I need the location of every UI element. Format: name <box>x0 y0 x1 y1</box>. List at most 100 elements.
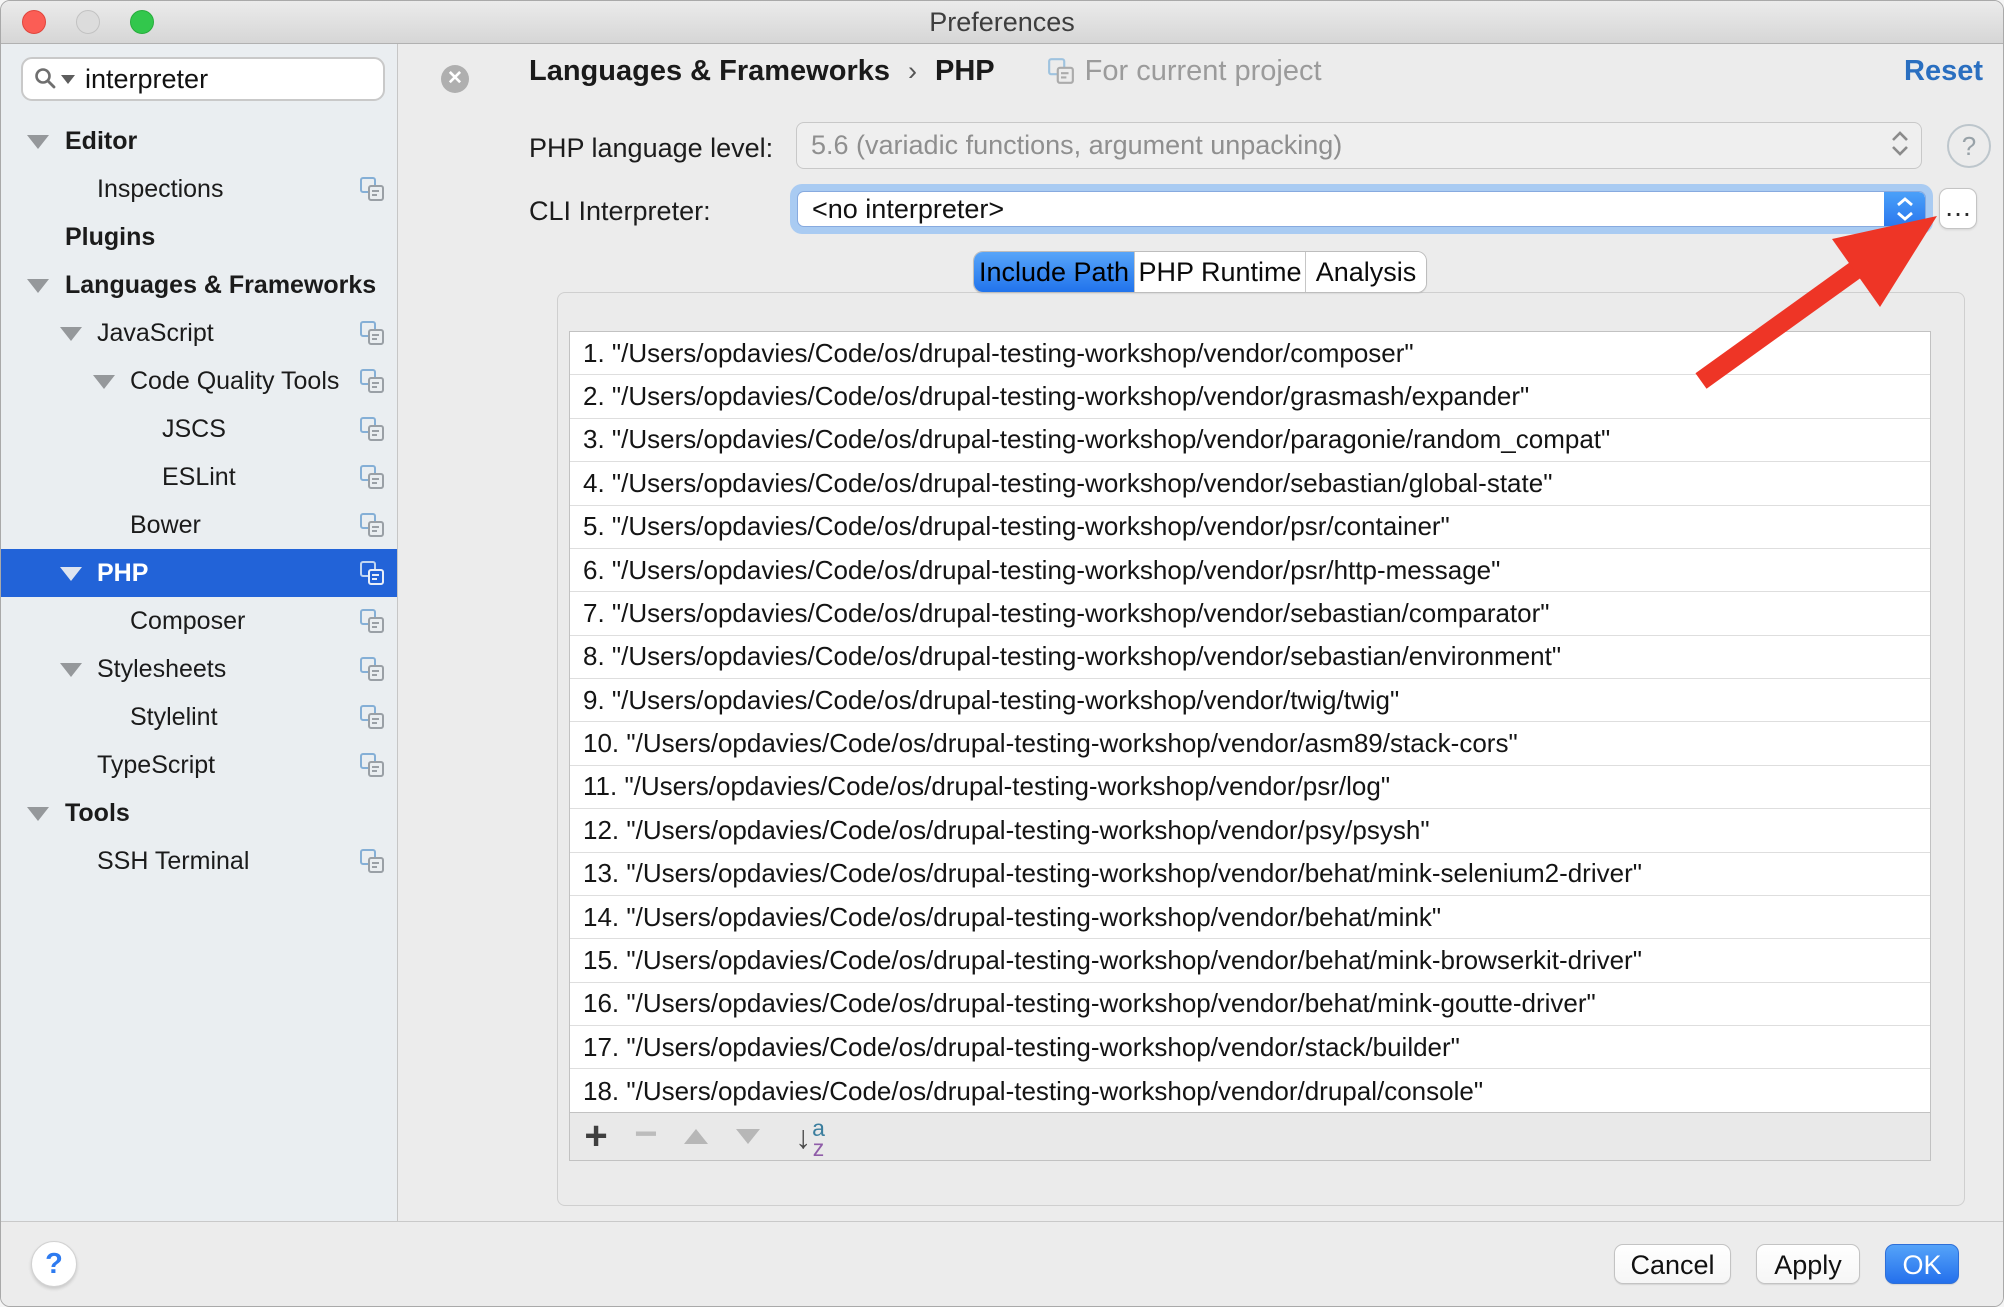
breadcrumb-separator-icon: › <box>908 56 917 87</box>
add-path-button[interactable]: + <box>578 1113 614 1161</box>
per-project-settings-icon <box>359 608 385 634</box>
select-stepper-icon[interactable] <box>1891 131 1909 156</box>
sidebar-item-eslint[interactable]: ESLint <box>1 453 397 501</box>
list-item[interactable]: 4. "/Users/opdavies/Code/os/drupal-testi… <box>570 462 1930 505</box>
minimize-window-button[interactable] <box>76 10 100 34</box>
sidebar-item-typescript[interactable]: TypeScript <box>1 741 397 789</box>
include-path-rows: 1. "/Users/opdavies/Code/os/drupal-testi… <box>570 332 1930 1114</box>
breadcrumb: Languages & Frameworks › PHP For current… <box>529 49 1322 93</box>
search-input[interactable] <box>83 63 441 96</box>
sort-arrow-icon: ↓ <box>795 1113 811 1161</box>
list-item[interactable]: 18. "/Users/opdavies/Code/os/drupal-test… <box>570 1069 1930 1112</box>
list-item[interactable]: 15. "/Users/opdavies/Code/os/drupal-test… <box>570 939 1930 982</box>
language-level-value: 5.6 (variadic functions, argument unpack… <box>811 130 1342 161</box>
sidebar-item-editor[interactable]: Editor <box>1 117 397 165</box>
sidebar-item-stylelint[interactable]: Stylelint <box>1 693 397 741</box>
scope-note: For current project <box>1047 55 1322 88</box>
language-level-help-button[interactable]: ? <box>1947 124 1991 168</box>
move-up-button[interactable] <box>678 1113 714 1161</box>
tab-include-path[interactable]: Include Path <box>974 252 1134 292</box>
triangle-up-icon <box>684 1129 708 1144</box>
sidebar-item-tools[interactable]: Tools <box>1 789 397 837</box>
chevron-down-icon[interactable] <box>27 135 49 149</box>
per-project-settings-icon <box>359 560 385 586</box>
tab-analysis[interactable]: Analysis <box>1305 252 1426 292</box>
chevron-down-icon[interactable] <box>60 567 82 581</box>
chevron-down-icon[interactable] <box>27 279 49 293</box>
sidebar-item-jscs[interactable]: JSCS <box>1 405 397 453</box>
include-path-listbox: 1. "/Users/opdavies/Code/os/drupal-testi… <box>569 331 1931 1161</box>
per-project-settings-icon <box>359 176 385 202</box>
language-level-select[interactable]: 5.6 (variadic functions, argument unpack… <box>796 122 1922 169</box>
per-project-settings-icon <box>359 704 385 730</box>
php-settings-tabs: Include Path PHP Runtime Analysis <box>973 251 1427 293</box>
chevron-down-icon[interactable] <box>93 375 115 389</box>
list-item[interactable]: 1. "/Users/opdavies/Code/os/drupal-testi… <box>570 332 1930 375</box>
cli-interpreter-combobox[interactable]: <no interpreter> <box>790 184 1933 234</box>
remove-path-button[interactable]: − <box>628 1113 664 1161</box>
per-project-settings-icon <box>359 368 385 394</box>
list-item[interactable]: 2. "/Users/opdavies/Code/os/drupal-testi… <box>570 375 1930 418</box>
sort-az-icon: a z <box>812 1118 825 1158</box>
preferences-dialog: Preferences ✕ Editor Inspections Plugins <box>0 0 2004 1307</box>
chevron-down-icon[interactable] <box>27 807 49 821</box>
per-project-settings-icon <box>359 656 385 682</box>
list-item[interactable]: 12. "/Users/opdavies/Code/os/drupal-test… <box>570 809 1930 852</box>
move-down-button[interactable] <box>730 1113 766 1161</box>
sidebar-item-inspections[interactable]: Inspections <box>1 165 397 213</box>
per-project-settings-icon <box>359 320 385 346</box>
apply-button[interactable]: Apply <box>1756 1244 1860 1284</box>
tab-php-runtime[interactable]: PHP Runtime <box>1134 252 1305 292</box>
reset-link[interactable]: Reset <box>1904 49 1983 93</box>
sidebar-item-javascript[interactable]: JavaScript <box>1 309 397 357</box>
sidebar-item-php[interactable]: PHP <box>1 549 397 597</box>
chevron-down-icon[interactable] <box>60 327 82 341</box>
combobox-stepper-icon[interactable] <box>1884 192 1925 226</box>
search-history-caret-icon[interactable] <box>61 75 75 84</box>
cli-interpreter-browse-button[interactable]: … <box>1939 188 1977 229</box>
sort-alphabetically-button[interactable]: ↓ a z <box>782 1113 838 1161</box>
language-level-label: PHP language level: <box>529 133 773 164</box>
title-bar: Preferences <box>1 1 2003 44</box>
clear-search-icon[interactable]: ✕ <box>441 65 469 93</box>
list-item[interactable]: 3. "/Users/opdavies/Code/os/drupal-testi… <box>570 419 1930 462</box>
scope-note-label: For current project <box>1085 55 1322 88</box>
settings-sidebar: ✕ Editor Inspections Plugins Languages &… <box>1 44 398 1221</box>
per-project-settings-icon <box>359 512 385 538</box>
help-button[interactable]: ? <box>31 1241 77 1287</box>
ok-button[interactable]: OK <box>1885 1244 1959 1284</box>
list-item[interactable]: 13. "/Users/opdavies/Code/os/drupal-test… <box>570 853 1930 896</box>
per-project-settings-icon <box>359 416 385 442</box>
sidebar-item-plugins[interactable]: Plugins <box>1 213 397 261</box>
list-item[interactable]: 7. "/Users/opdavies/Code/os/drupal-testi… <box>570 592 1930 635</box>
list-item[interactable]: 8. "/Users/opdavies/Code/os/drupal-testi… <box>570 636 1930 679</box>
list-item[interactable]: 5. "/Users/opdavies/Code/os/drupal-testi… <box>570 506 1930 549</box>
breadcrumb-parent[interactable]: Languages & Frameworks <box>529 55 890 88</box>
breadcrumb-current: PHP <box>935 55 995 88</box>
list-item[interactable]: 10. "/Users/opdavies/Code/os/drupal-test… <box>570 722 1930 765</box>
sidebar-item-stylesheets[interactable]: Stylesheets <box>1 645 397 693</box>
sidebar-item-languages-frameworks[interactable]: Languages & Frameworks <box>1 261 397 309</box>
sidebar-item-code-quality-tools[interactable]: Code Quality Tools <box>1 357 397 405</box>
sidebar-item-composer[interactable]: Composer <box>1 597 397 645</box>
settings-tree: Editor Inspections Plugins Languages & F… <box>1 117 397 885</box>
chevron-down-icon[interactable] <box>60 663 82 677</box>
list-item[interactable]: 9. "/Users/opdavies/Code/os/drupal-testi… <box>570 679 1930 722</box>
window-title: Preferences <box>1 1 2003 44</box>
list-item[interactable]: 16. "/Users/opdavies/Code/os/drupal-test… <box>570 983 1930 1026</box>
search-icon[interactable] <box>33 66 59 92</box>
close-window-button[interactable] <box>22 10 46 34</box>
cli-interpreter-label: CLI Interpreter: <box>529 196 711 227</box>
list-item[interactable]: 17. "/Users/opdavies/Code/os/drupal-test… <box>570 1026 1930 1069</box>
sidebar-item-bower[interactable]: Bower <box>1 501 397 549</box>
triangle-down-icon <box>736 1129 760 1144</box>
cancel-button[interactable]: Cancel <box>1614 1244 1731 1284</box>
settings-search-field[interactable]: ✕ <box>21 57 385 101</box>
per-project-settings-icon <box>359 464 385 490</box>
sidebar-item-ssh-terminal[interactable]: SSH Terminal <box>1 837 397 885</box>
list-toolbar: + − ↓ a z <box>570 1112 1930 1160</box>
list-item[interactable]: 14. "/Users/opdavies/Code/os/drupal-test… <box>570 896 1930 939</box>
list-item[interactable]: 6. "/Users/opdavies/Code/os/drupal-testi… <box>570 549 1930 592</box>
zoom-window-button[interactable] <box>130 10 154 34</box>
list-item[interactable]: 11. "/Users/opdavies/Code/os/drupal-test… <box>570 766 1930 809</box>
